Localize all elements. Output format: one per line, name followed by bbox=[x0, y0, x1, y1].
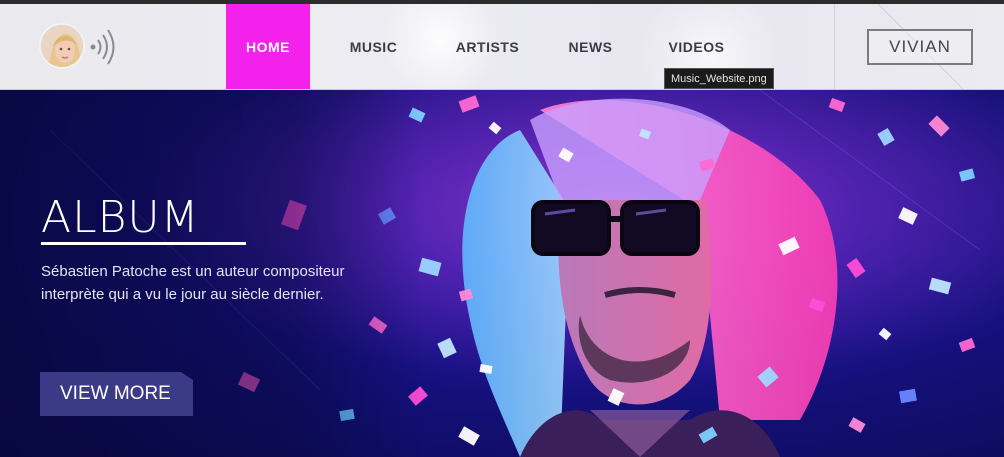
sound-icon bbox=[89, 29, 119, 65]
header-divider bbox=[834, 4, 835, 89]
nav-music[interactable]: MUSIC bbox=[310, 4, 437, 89]
user-account-button[interactable]: VIVIAN bbox=[867, 29, 973, 65]
view-more-button[interactable]: VIEW MORE bbox=[40, 372, 193, 416]
avatar-portrait bbox=[41, 25, 83, 67]
avatar[interactable] bbox=[39, 23, 85, 69]
filename-tooltip: Music_Website.png bbox=[664, 68, 774, 89]
hero-title: ALBUM bbox=[41, 192, 200, 243]
nav-artists[interactable]: ARTISTS bbox=[437, 4, 538, 89]
site-header: HOME MUSIC ARTISTS NEWS VIDEOS VIVIAN bbox=[0, 4, 1004, 90]
hero-title-underline bbox=[41, 242, 246, 245]
nav-home[interactable]: HOME bbox=[226, 4, 310, 89]
hero-description: Sébastien Patoche est un auteur composit… bbox=[41, 263, 345, 303]
hero-banner: ALBUM Sébastien Patoche est un auteur co… bbox=[0, 90, 1004, 457]
nav-news[interactable]: NEWS bbox=[538, 4, 643, 89]
